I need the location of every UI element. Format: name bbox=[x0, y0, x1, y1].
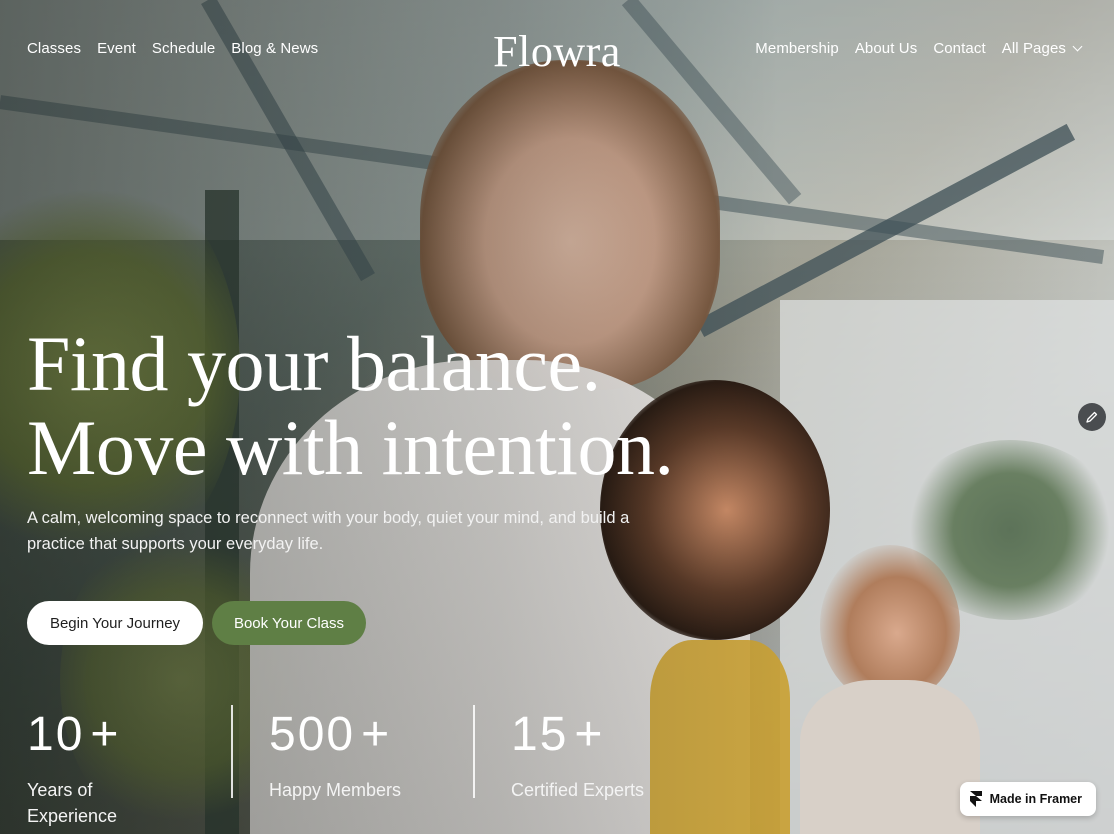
stat-members: 500 + Happy Members bbox=[231, 705, 473, 829]
nav-dropdown-label: All Pages bbox=[1001, 40, 1066, 57]
hero-subtitle: A calm, welcoming space to reconnect wit… bbox=[27, 509, 630, 553]
nav-link-about-us[interactable]: About Us bbox=[855, 40, 918, 57]
stat-label: Years of Experience bbox=[27, 780, 118, 826]
stat-label: Certified Experts bbox=[511, 780, 645, 800]
chevron-down-icon bbox=[1072, 41, 1083, 52]
begin-journey-button[interactable]: Begin Your Journey bbox=[27, 601, 203, 645]
framer-badge-label: Made in Framer bbox=[989, 792, 1082, 806]
stat-value: 500 bbox=[269, 708, 356, 761]
hero-section: Classes Event Schedule Blog & News Flowr… bbox=[0, 0, 1114, 834]
pencil-icon bbox=[1086, 411, 1098, 423]
top-navigation: Classes Event Schedule Blog & News Flowr… bbox=[0, 0, 1114, 96]
stat-years: 10 + Years of Experience bbox=[27, 705, 231, 829]
nav-right-group: Membership About Us Contact All Pages bbox=[755, 40, 1083, 57]
nav-link-contact[interactable]: Contact bbox=[933, 40, 985, 57]
stat-divider bbox=[473, 705, 475, 798]
made-in-framer-badge[interactable]: Made in Framer bbox=[959, 782, 1096, 816]
headline-line-1: Find your balance. bbox=[27, 320, 601, 407]
stats-row: 10 + Years of Experience 500 + Happy Membe… bbox=[27, 705, 703, 829]
stat-suffix: + bbox=[574, 708, 605, 761]
nav-link-membership[interactable]: Membership bbox=[755, 40, 839, 57]
stat-value: 15 bbox=[511, 708, 569, 761]
stat-divider bbox=[231, 705, 233, 798]
stat-label: Happy Members bbox=[269, 780, 402, 800]
stat-suffix: + bbox=[361, 708, 392, 761]
nav-dropdown-all-pages[interactable]: All Pages bbox=[1001, 40, 1083, 57]
stat-value: 10 bbox=[27, 708, 85, 761]
book-class-button[interactable]: Book Your Class bbox=[212, 601, 366, 645]
stat-experts: 15 + Certified Experts bbox=[473, 705, 703, 829]
hero-headline: Find your balance. Move with intention. bbox=[27, 320, 674, 491]
stat-suffix: + bbox=[90, 708, 121, 761]
headline-line-2: Move with intention. bbox=[27, 404, 674, 491]
framer-logo-icon bbox=[969, 791, 982, 807]
edit-button[interactable] bbox=[1078, 403, 1106, 431]
